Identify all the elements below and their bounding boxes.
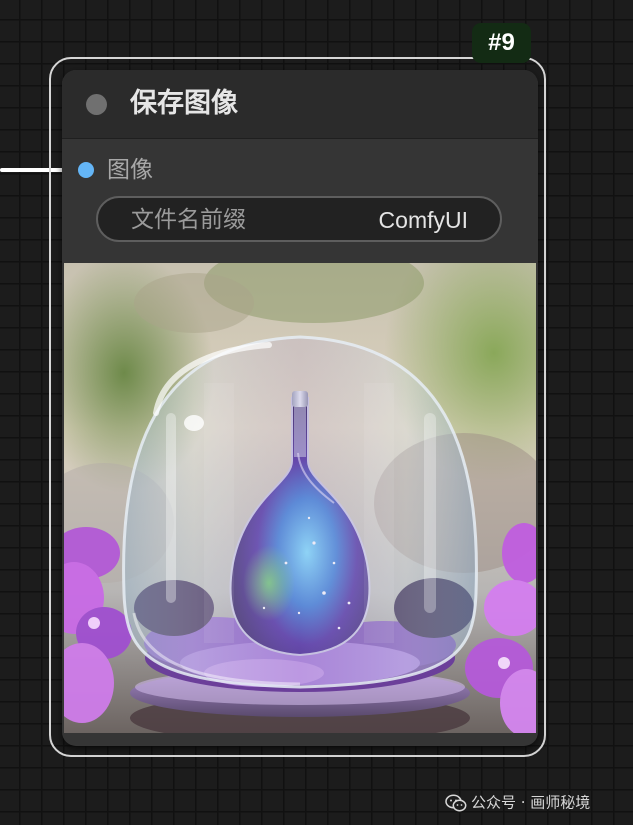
input-slot-label: 图像 [107,157,153,183]
node-header[interactable]: 保存图像 [62,70,538,139]
node-title: 保存图像 [130,88,238,119]
watermark-text: 公众号 · 画师秘境 [471,793,591,812]
filename-prefix-label: 文件名前缀 [131,207,246,233]
node-id-text: #9 [488,29,515,56]
watermark: 公众号 · 画师秘境 [445,789,590,815]
node-collapse-dot[interactable] [86,94,107,115]
filename-prefix-widget[interactable]: 文件名前缀 ComfyUI [96,196,502,242]
image-preview[interactable] [64,263,536,733]
save-image-node[interactable]: 保存图像 图像 文件名前缀 ComfyUI [62,70,538,746]
input-slot-dot[interactable] [78,162,94,178]
wechat-icon [445,794,467,811]
preview-artwork [64,263,536,733]
filename-prefix-value[interactable]: ComfyUI [379,204,468,236]
graph-canvas[interactable]: 保存图像 图像 文件名前缀 ComfyUI #9 公众号 · 画师秘境 [0,0,633,825]
node-id-badge: #9 [472,23,531,63]
